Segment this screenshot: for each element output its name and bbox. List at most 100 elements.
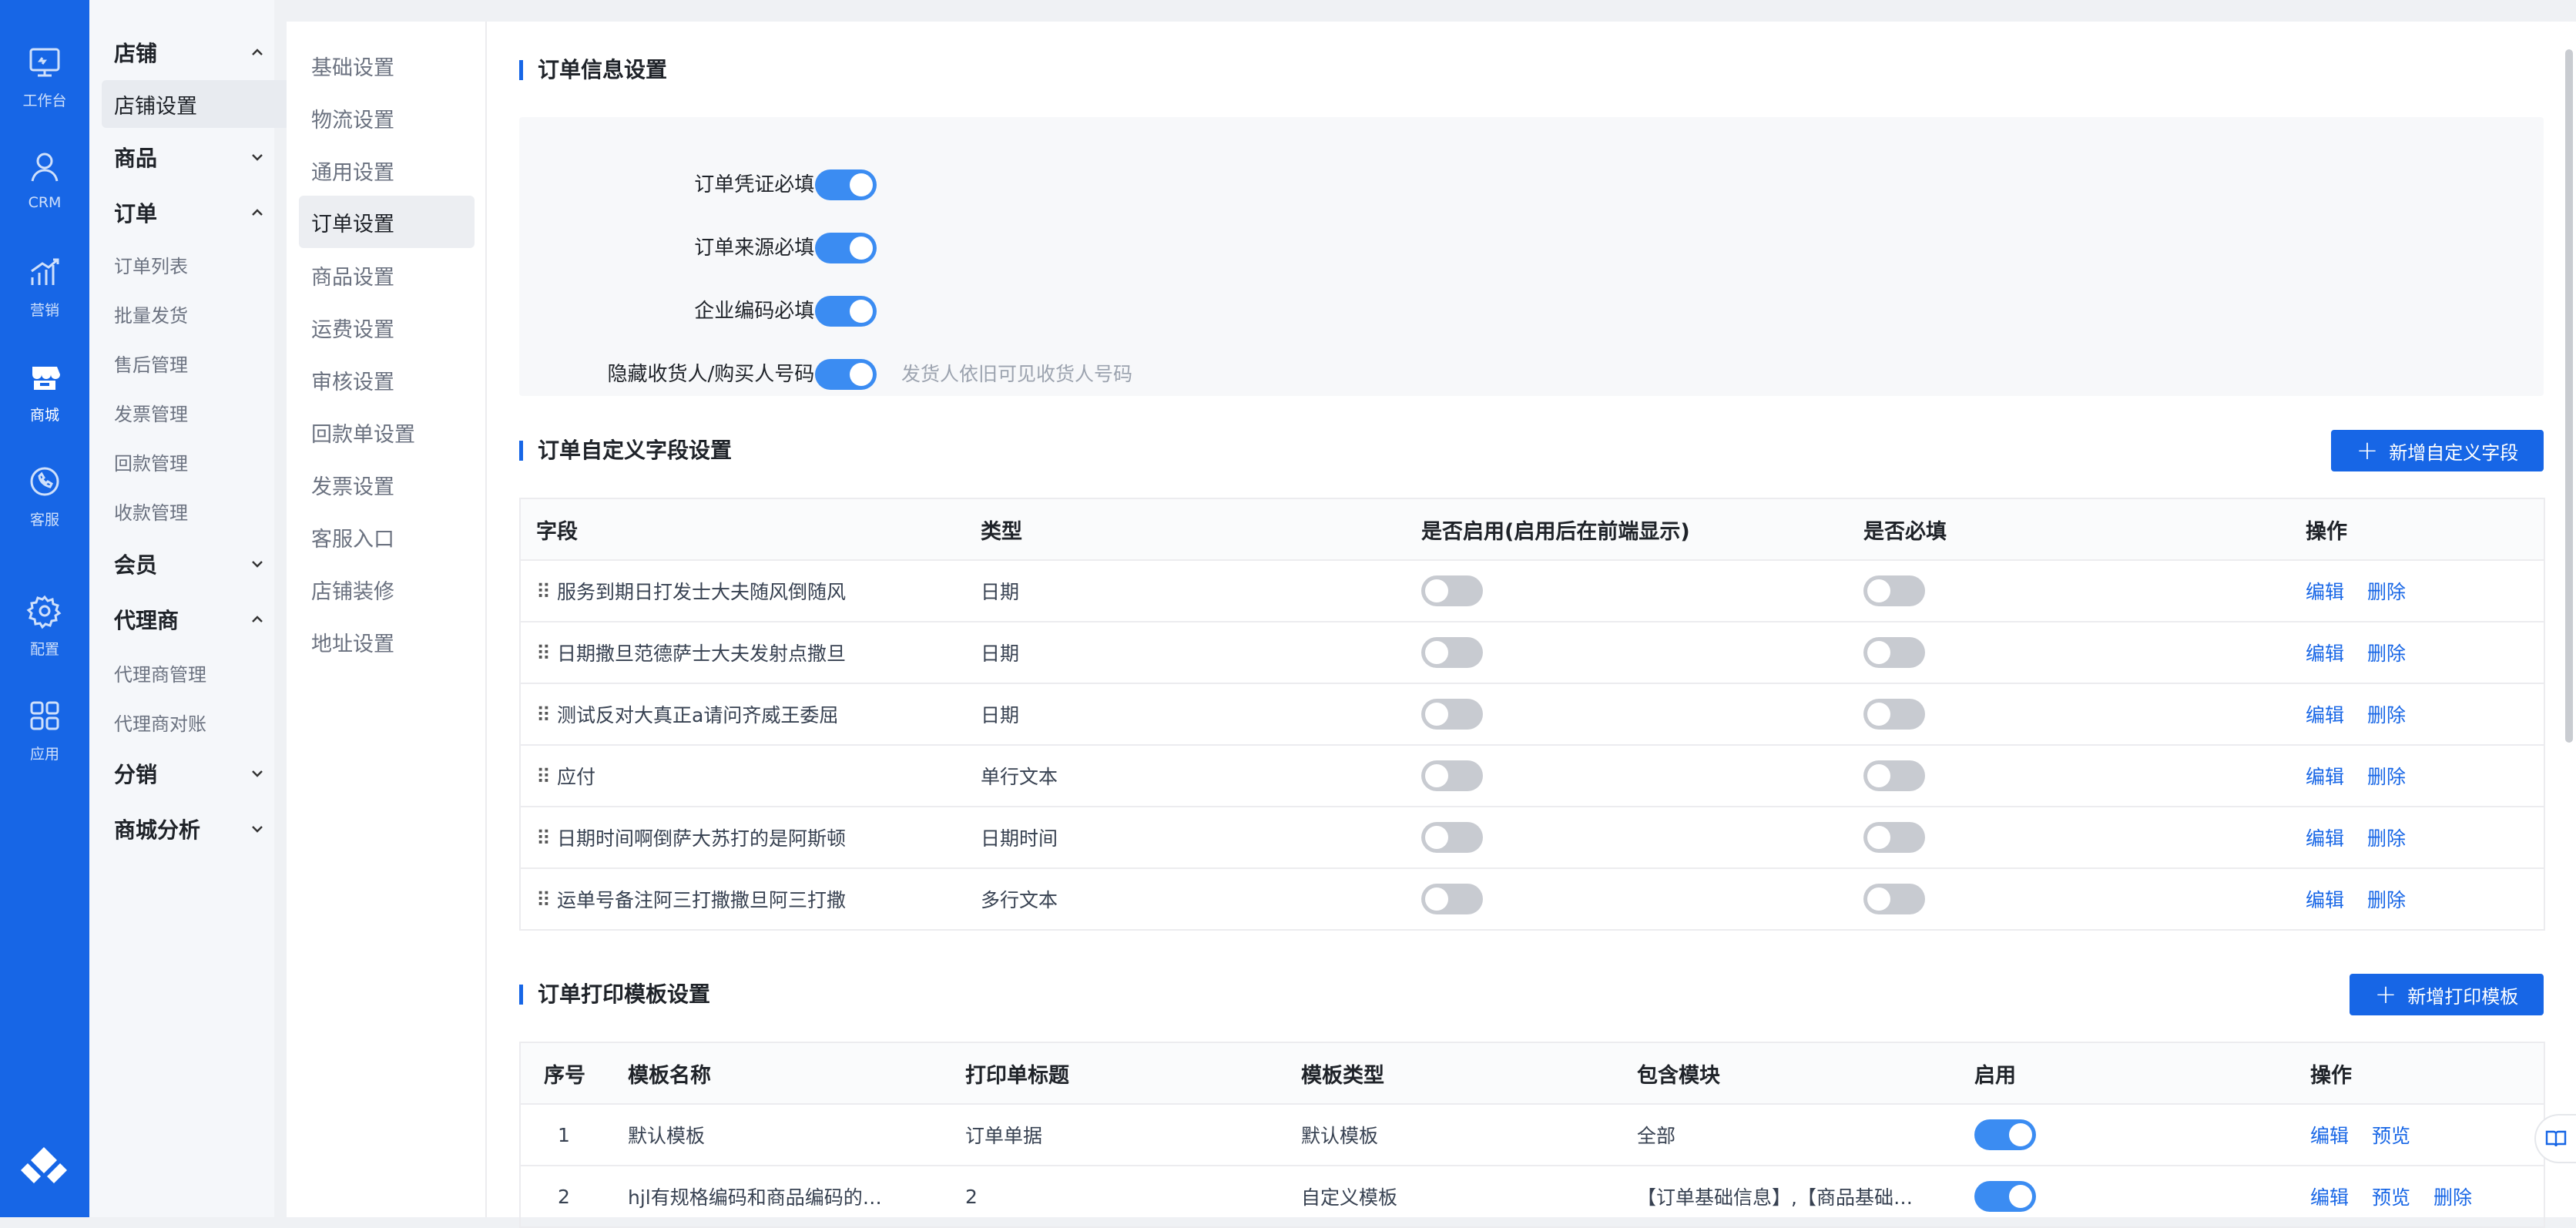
toggle-switch[interactable] (815, 233, 877, 263)
menu-item-agent-reconcile[interactable]: 代理商对账 (114, 709, 206, 736)
required-toggle[interactable] (1863, 884, 1925, 914)
required-cell (1848, 868, 2290, 931)
field-name: 测试反对大真正a请问齐威王委屈 (557, 704, 839, 726)
drag-handle-icon[interactable]: ⠿ (536, 581, 551, 604)
delete-link[interactable]: 删除 (2367, 643, 2406, 665)
menu-group-distribution[interactable]: 分销 (114, 755, 276, 792)
delete-link[interactable]: 删除 (2367, 581, 2406, 603)
toggle-switch[interactable] (815, 169, 877, 200)
submenu-item[interactable]: 商品设置 (311, 260, 394, 290)
rail-item-service[interactable]: 客服 (0, 462, 89, 547)
submenu-item[interactable]: 地址设置 (311, 627, 394, 657)
menu-group-agent[interactable]: 代理商 (114, 601, 276, 638)
rail-item-crm[interactable]: CRM (0, 148, 89, 233)
toggle-switch[interactable] (815, 359, 877, 390)
enabled-toggle[interactable] (1421, 760, 1483, 791)
drag-handle-icon[interactable]: ⠿ (536, 704, 551, 727)
menu-group-order[interactable]: 订单 (114, 194, 276, 231)
submenu-item[interactable]: 物流设置 (311, 103, 394, 133)
enabled-toggle[interactable] (1421, 575, 1483, 606)
order-options-box: 订单凭证必填: 订单来源必填: 企业编码必填: 隐藏收货人/购买人号码: 发货人… (519, 117, 2544, 396)
preview-link[interactable]: 预览 (2372, 1125, 2410, 1147)
edit-link[interactable]: 编辑 (2306, 827, 2344, 850)
submenu-item[interactable]: 运费设置 (311, 313, 394, 343)
required-cell (1848, 745, 2290, 807)
submenu-item[interactable]: 店铺装修 (311, 575, 394, 605)
actions-cell: 编辑 预览 删除 (2295, 1166, 2544, 1228)
delete-link[interactable]: 删除 (2367, 766, 2406, 788)
edit-link[interactable]: 编辑 (2306, 704, 2344, 726)
edit-link[interactable]: 编辑 (2306, 643, 2344, 665)
delete-link[interactable]: 删除 (2367, 827, 2406, 850)
add-custom-field-button[interactable]: + 新增自定义字段 (2331, 430, 2544, 471)
edit-link[interactable]: 编辑 (2310, 1125, 2349, 1147)
option-label: 订单凭证必填: (694, 173, 821, 196)
enabled-toggle[interactable] (1421, 822, 1483, 853)
submenu-item[interactable]: 通用设置 (311, 156, 394, 186)
enabled-cell (1406, 807, 1848, 869)
submenu-item[interactable]: 基础设置 (311, 51, 394, 81)
add-print-template-button[interactable]: + 新增打印模板 (2350, 974, 2544, 1015)
modules-cell: 全部 (1622, 1104, 1959, 1166)
enabled-toggle[interactable] (1421, 637, 1483, 668)
drag-handle-icon[interactable]: ⠿ (536, 766, 551, 789)
menu-item-order-list[interactable]: 订单列表 (114, 251, 188, 278)
enabled-toggle[interactable] (1421, 699, 1483, 730)
edit-link[interactable]: 编辑 (2310, 1186, 2349, 1209)
menu-item-batch-ship[interactable]: 批量发货 (114, 300, 188, 327)
rail-item-config[interactable]: 配置 (0, 592, 89, 676)
column-header: 类型 (965, 498, 1406, 561)
enabled-toggle[interactable] (1974, 1119, 2036, 1150)
apps-grid-icon (30, 701, 59, 730)
menu-item-refund[interactable]: 回款管理 (114, 448, 188, 475)
drag-handle-icon[interactable]: ⠿ (536, 827, 551, 851)
submenu-item-order-settings[interactable]: 订单设置 (299, 196, 475, 248)
edit-link[interactable]: 编辑 (2306, 766, 2344, 788)
enabled-toggle[interactable] (1421, 884, 1483, 914)
required-toggle[interactable] (1863, 575, 1925, 606)
drag-handle-icon[interactable]: ⠿ (536, 889, 551, 912)
column-header: 模板类型 (1286, 1042, 1622, 1105)
settings-submenu: 基础设置 物流设置 通用设置 订单设置 商品设置 运费设置 审核设置 回款单设置… (287, 22, 487, 1217)
menu-group-product[interactable]: 商品 (114, 139, 276, 176)
drag-handle-icon[interactable]: ⠿ (536, 643, 551, 666)
user-icon (31, 153, 59, 182)
menu-group-analytics[interactable]: 商城分析 (114, 810, 276, 847)
submenu-item[interactable]: 发票设置 (311, 470, 394, 500)
required-toggle[interactable] (1863, 699, 1925, 730)
table-row: ⠿ 应付 单行文本 编辑 删除 (520, 745, 2544, 807)
template-name-link[interactable]: hjl有规格编码和商品编码的… (612, 1166, 950, 1228)
scrollbar[interactable] (2565, 49, 2573, 743)
menu-item-payment[interactable]: 收款管理 (114, 498, 188, 525)
rail-item-apps[interactable]: 应用 (0, 696, 89, 781)
field-cell: ⠿ 应付 (520, 745, 965, 807)
submenu-item[interactable]: 审核设置 (311, 365, 394, 395)
app-rail: 工作台 CRM 营销 商城 客服 配置 应用 (0, 0, 89, 1217)
preview-link[interactable]: 预览 (2372, 1186, 2410, 1209)
edit-link[interactable]: 编辑 (2306, 889, 2344, 911)
rail-item-marketing[interactable]: 营销 (0, 253, 89, 337)
edit-link[interactable]: 编辑 (2306, 581, 2344, 603)
delete-link[interactable]: 删除 (2433, 1186, 2472, 1209)
delete-link[interactable]: 删除 (2367, 889, 2406, 911)
menu-item-invoice[interactable]: 发票管理 (114, 399, 188, 426)
gear-icon (26, 595, 62, 629)
table-row: ⠿ 服务到期日打发士大夫随风倒随风 日期 编辑 删除 (520, 560, 2544, 622)
menu-group-member[interactable]: 会员 (114, 545, 276, 582)
menu-item-after-sales[interactable]: 售后管理 (114, 350, 188, 377)
required-toggle[interactable] (1863, 637, 1925, 668)
required-toggle[interactable] (1863, 760, 1925, 791)
delete-link[interactable]: 删除 (2367, 704, 2406, 726)
field-cell: ⠿ 日期时间啊倒萨大苏打的是阿斯顿 (520, 807, 965, 869)
rail-item-workbench[interactable]: 工作台 (0, 43, 89, 128)
enabled-toggle[interactable] (1974, 1181, 2036, 1212)
toggle-switch[interactable] (815, 296, 877, 327)
required-toggle[interactable] (1863, 822, 1925, 853)
rail-item-mall[interactable]: 商城 (0, 357, 89, 442)
submenu-item[interactable]: 客服入口 (311, 522, 394, 552)
table-row: 2 hjl有规格编码和商品编码的… 2 自定义模板 【订单基础信息】,【商品基础… 编辑预… (520, 1166, 2544, 1228)
menu-item-agent-manage[interactable]: 代理商管理 (114, 659, 206, 686)
submenu-item[interactable]: 回款单设置 (311, 418, 415, 448)
menu-group-store[interactable]: 店铺 (114, 34, 276, 71)
template-name-link[interactable]: 默认模板 (612, 1104, 950, 1166)
